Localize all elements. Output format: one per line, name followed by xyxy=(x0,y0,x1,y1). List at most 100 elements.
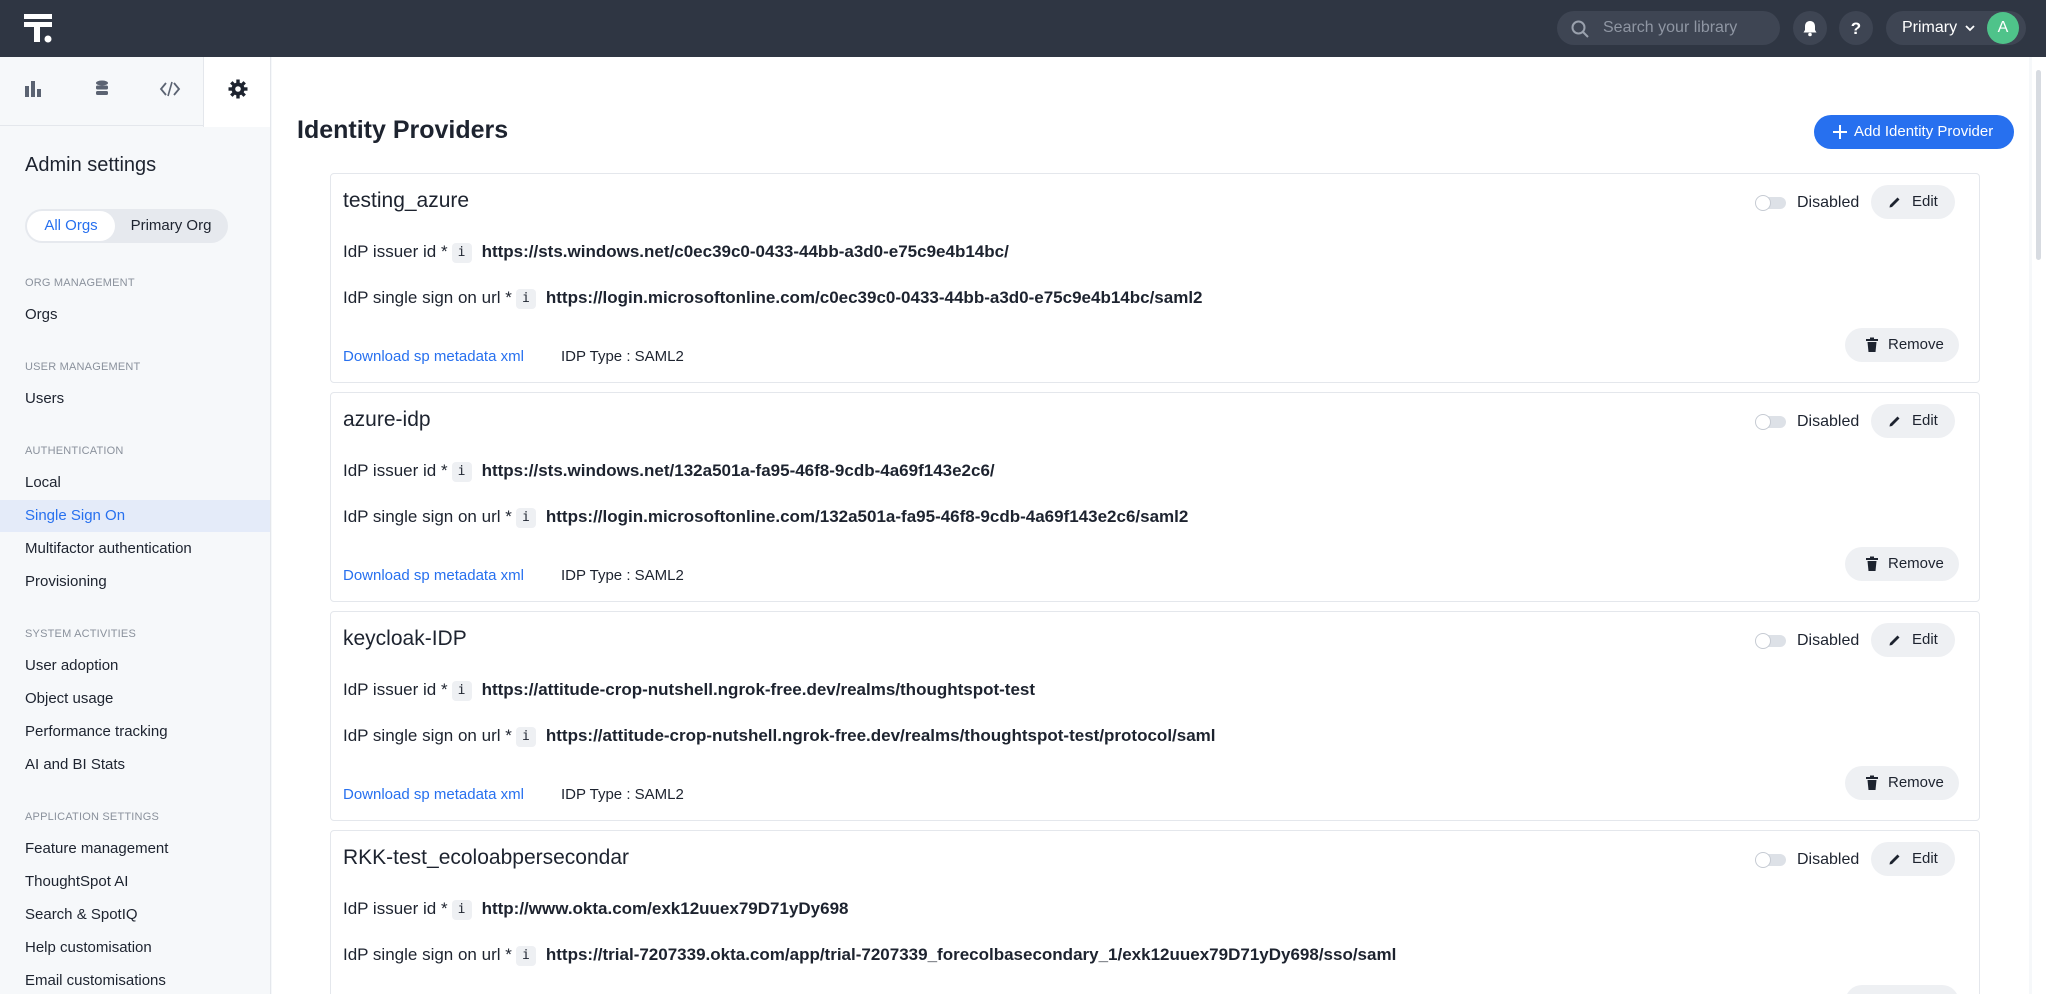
info-icon[interactable]: i xyxy=(515,945,536,966)
issuer-row: IdP issuer id * i https://sts.windows.net/… xyxy=(343,242,1009,263)
issuer-value: https://sts.windows.net/c0ec39c0-0433-44… xyxy=(481,242,1009,261)
thoughtspot-logo-icon[interactable] xyxy=(22,12,56,46)
issuer-row: IdP issuer id * i https://sts.windows.net/… xyxy=(343,461,995,482)
issuer-label: IdP issuer id * xyxy=(343,461,448,480)
info-icon[interactable]: i xyxy=(515,726,536,747)
search-placeholder: Search your library xyxy=(1603,19,1738,36)
sidebar-item-performance-tracking[interactable]: Performance tracking xyxy=(0,716,270,748)
sidebar-item-search-spotiq[interactable]: Search & SpotIQ xyxy=(0,899,270,931)
sidebar-item-provisioning[interactable]: Provisioning xyxy=(0,566,270,598)
add-identity-provider-button[interactable]: Add Identity Provider xyxy=(1814,115,2014,149)
enable-toggle[interactable] xyxy=(1755,414,1786,430)
identity-provider-card: testing_azure Disabled Edit IdP issuer i… xyxy=(330,173,1980,383)
sidebar-item-local[interactable]: Local xyxy=(0,467,270,499)
info-icon[interactable]: i xyxy=(451,680,472,701)
help-button[interactable]: ? xyxy=(1839,11,1873,45)
pencil-icon xyxy=(1889,416,1900,427)
tab-data[interactable] xyxy=(68,57,136,126)
issuer-label: IdP issuer id * xyxy=(343,242,448,261)
info-icon[interactable]: i xyxy=(515,288,536,309)
sso-url-row: IdP single sign on url * i https://login.m… xyxy=(343,507,1188,528)
identity-provider-card: azure-idp Disabled Edit IdP issuer id * i… xyxy=(330,392,1980,602)
identity-provider-card: keycloak-IDP Disabled Edit IdP issuer id… xyxy=(330,611,1980,821)
section-user-management: USER MANAGEMENT xyxy=(25,361,141,373)
sidebar-item-orgs[interactable]: Orgs xyxy=(0,299,270,331)
edit-label: Edit xyxy=(1912,193,1938,210)
sidebar-item-user-adoption[interactable]: User adoption xyxy=(0,650,270,682)
tab-admin-settings[interactable] xyxy=(203,57,271,127)
info-icon[interactable]: i xyxy=(515,507,536,528)
notifications-button[interactable] xyxy=(1793,11,1827,45)
remove-button[interactable]: Remove xyxy=(1845,547,1959,581)
sso-url-value: https://login.microsoftonline.com/132a50… xyxy=(545,507,1189,526)
sso-url-value: https://login.microsoftonline.com/c0ec39… xyxy=(545,288,1203,307)
edit-button[interactable]: Edit xyxy=(1871,404,1955,438)
info-icon[interactable]: i xyxy=(451,461,472,482)
trash-icon xyxy=(1866,556,1878,571)
toggle-knob xyxy=(1755,852,1771,868)
scrollbar-thumb[interactable] xyxy=(2036,70,2041,260)
sidebar-item-single-sign-on[interactable]: Single Sign On xyxy=(0,500,270,532)
toggle-knob xyxy=(1755,633,1771,649)
enable-toggle[interactable] xyxy=(1755,633,1786,649)
plus-icon xyxy=(1833,125,1847,139)
sidebar-item-thoughtspot-ai[interactable]: ThoughtSpot AI xyxy=(0,866,270,898)
edit-button[interactable]: Edit xyxy=(1871,623,1955,657)
sidebar-item-email-customisations[interactable]: Email customisations xyxy=(0,965,270,994)
pencil-icon xyxy=(1889,854,1900,865)
tab-develop[interactable] xyxy=(136,57,204,126)
download-sp-metadata-link[interactable]: Download sp metadata xml xyxy=(343,567,524,584)
remove-label: Remove xyxy=(1888,555,1944,572)
remove-button[interactable]: Remove xyxy=(1845,985,1959,994)
sidebar-item-object-usage[interactable]: Object usage xyxy=(0,683,270,715)
status-label: Disabled xyxy=(1797,194,1860,211)
idp-type: IDP Type : SAML2 xyxy=(561,786,684,803)
sidebar-item-feature-management[interactable]: Feature management xyxy=(0,833,270,865)
remove-label: Remove xyxy=(1888,336,1944,353)
remove-button[interactable]: Remove xyxy=(1845,328,1959,362)
trash-icon xyxy=(1866,775,1878,790)
provider-name: keycloak-IDP xyxy=(343,627,467,650)
search-input[interactable]: Search your library xyxy=(1557,11,1780,45)
sidebar-item-multifactor-authentication[interactable]: Multifactor authentication xyxy=(0,533,270,565)
edit-button[interactable]: Edit xyxy=(1871,185,1955,219)
pencil-icon xyxy=(1889,635,1900,646)
download-sp-metadata-link[interactable]: Download sp metadata xml xyxy=(343,348,524,365)
admin-sidebar: Admin settings All Orgs Primary Org ORG … xyxy=(0,57,271,994)
seg-all-orgs[interactable]: All Orgs xyxy=(27,211,115,241)
issuer-label: IdP issuer id * xyxy=(343,899,448,918)
org-scope-toggle: All Orgs Primary Org xyxy=(25,209,228,243)
bell-icon xyxy=(1803,21,1817,37)
issuer-label: IdP issuer id * xyxy=(343,680,448,699)
provider-name: testing_azure xyxy=(343,189,470,212)
info-icon[interactable]: i xyxy=(451,242,472,263)
section-org-management: ORG MANAGEMENT xyxy=(25,277,135,289)
edit-button[interactable]: Edit xyxy=(1871,842,1955,876)
info-icon[interactable]: i xyxy=(451,899,472,920)
page-title: Identity Providers xyxy=(297,116,509,144)
remove-button[interactable]: Remove xyxy=(1845,766,1959,800)
sso-url-row: IdP single sign on url * i https://login.m… xyxy=(343,288,1203,309)
enable-toggle[interactable] xyxy=(1755,195,1786,211)
edit-label: Edit xyxy=(1912,850,1938,867)
sidebar-title: Admin settings xyxy=(25,154,157,176)
identity-provider-card: RKK-test_ecoloabpersecondar Disabled Edi… xyxy=(330,830,1980,994)
download-sp-metadata-link[interactable]: Download sp metadata xml xyxy=(343,786,524,803)
provider-name: RKK-test_ecoloabpersecondar xyxy=(343,846,630,869)
idp-type: IDP Type : SAML2 xyxy=(561,348,684,365)
status-label: Disabled xyxy=(1797,851,1860,868)
chevron-down-icon xyxy=(1965,25,1975,32)
sso-url-row: IdP single sign on url * i https://trial-7… xyxy=(343,945,1396,966)
sidebar-item-users[interactable]: Users xyxy=(0,383,270,415)
sidebar-item-help-customisation[interactable]: Help customisation xyxy=(0,932,270,964)
avatar[interactable]: A xyxy=(1987,12,2019,44)
tab-analytics[interactable] xyxy=(0,57,68,126)
org-switcher-label: Primary xyxy=(1902,19,1958,36)
enable-toggle[interactable] xyxy=(1755,852,1786,868)
sso-url-label: IdP single sign on url * xyxy=(343,945,512,964)
database-icon xyxy=(96,80,108,95)
seg-primary-org[interactable]: Primary Org xyxy=(117,211,225,241)
sso-url-label: IdP single sign on url * xyxy=(343,288,512,307)
sidebar-item-ai-bi-stats[interactable]: AI and BI Stats xyxy=(0,749,270,781)
provider-name: azure-idp xyxy=(343,408,431,431)
